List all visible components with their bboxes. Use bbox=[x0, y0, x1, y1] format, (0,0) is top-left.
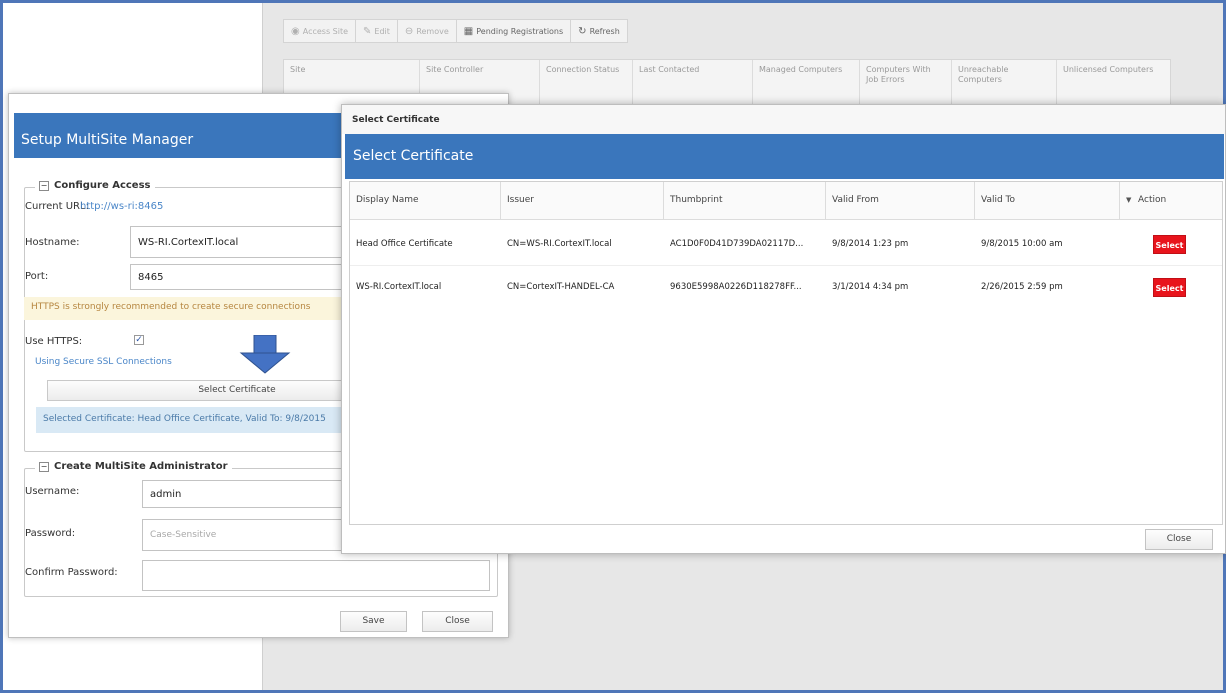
pending-registrations-button[interactable]: ▦ Pending Registrations bbox=[457, 20, 572, 42]
column-computers-with-job-errors[interactable]: Computers With Job Errors bbox=[860, 60, 952, 104]
cert-window-title: Select Certificate bbox=[342, 105, 1225, 134]
select-certificate-row-button[interactable]: Select bbox=[1153, 235, 1186, 254]
edit-icon: ✎ bbox=[363, 25, 372, 37]
column-action[interactable]: Action bbox=[1120, 182, 1222, 220]
down-arrow-icon bbox=[239, 335, 291, 374]
cell-valid-from: 3/1/2014 4:34 pm bbox=[832, 282, 909, 292]
cell-display-name: Head Office Certificate bbox=[356, 239, 453, 249]
column-thumbprint[interactable]: Thumbprint bbox=[664, 182, 826, 220]
column-managed-computers[interactable]: Managed Computers bbox=[753, 60, 860, 104]
current-url-link[interactable]: http://ws-ri:8465 bbox=[80, 201, 163, 212]
cell-valid-from: 9/8/2014 1:23 pm bbox=[832, 239, 909, 249]
configure-access-legend: Configure Access bbox=[54, 180, 151, 191]
grid-icon: ▦ bbox=[463, 25, 474, 37]
cell-valid-to: 2/26/2015 2:59 pm bbox=[981, 282, 1063, 292]
toolbar: ◉ Access Site ✎ Edit ⊖ Remove ▦ Pending Regi… bbox=[283, 19, 628, 43]
cell-thumbprint: AC1D0F0D41D739DA02117D... bbox=[670, 239, 804, 249]
port-label: Port: bbox=[25, 271, 49, 282]
selected-certificate-info: Selected Certificate: Head Office Certif… bbox=[36, 407, 371, 433]
setup-close-button[interactable]: Close bbox=[422, 611, 493, 632]
sort-indicator-icon[interactable]: ▼ bbox=[1126, 196, 1131, 204]
use-https-checkbox[interactable]: ✓ bbox=[134, 335, 144, 345]
cell-issuer: CN=WS-RI.CortexIT.local bbox=[507, 239, 612, 249]
hostname-label: Hostname: bbox=[25, 237, 80, 248]
username-label: Username: bbox=[25, 486, 80, 497]
refresh-button[interactable]: ↻ Refresh bbox=[571, 20, 627, 42]
use-https-label: Use HTTPS: bbox=[25, 336, 83, 347]
https-warning: HTTPS is strongly recommended to create … bbox=[24, 297, 364, 320]
column-valid-from[interactable]: Valid From bbox=[826, 182, 975, 220]
edit-button[interactable]: ✎ Edit bbox=[356, 20, 398, 42]
select-certificate-button[interactable]: Select Certificate bbox=[47, 380, 367, 401]
cert-close-button[interactable]: Close bbox=[1145, 529, 1213, 550]
create-administrator-legend: Create MultiSite Administrator bbox=[54, 461, 228, 472]
refresh-icon: ↻ bbox=[578, 25, 587, 37]
column-unlicensed-computers[interactable]: Unlicensed Computers bbox=[1057, 60, 1170, 104]
column-valid-to[interactable]: Valid To bbox=[975, 182, 1120, 220]
save-button[interactable]: Save bbox=[340, 611, 407, 632]
select-certificate-dialog: Select Certificate Select Certificate Di… bbox=[341, 104, 1226, 554]
password-label: Password: bbox=[25, 528, 76, 539]
cell-issuer: CN=CortexIT-HANDEL-CA bbox=[507, 282, 615, 292]
globe-icon: ◉ bbox=[291, 25, 300, 37]
confirm-password-label: Confirm Password: bbox=[25, 567, 118, 578]
certificate-table: Display Name Issuer Thumbprint Valid Fro… bbox=[349, 181, 1223, 525]
cell-thumbprint: 9630E5998A0226D118278FF... bbox=[670, 282, 802, 292]
column-issuer[interactable]: Issuer bbox=[501, 182, 664, 220]
column-last-contacted[interactable]: Last Contacted bbox=[633, 60, 753, 104]
column-unreachable-computers[interactable]: Unreachable Computers bbox=[952, 60, 1057, 104]
access-site-button[interactable]: ◉ Access Site bbox=[284, 20, 357, 42]
select-certificate-row-button[interactable]: Select bbox=[1153, 278, 1186, 297]
collapse-icon[interactable]: − bbox=[39, 461, 49, 472]
cell-valid-to: 9/8/2015 10:00 am bbox=[981, 239, 1063, 249]
collapse-icon[interactable]: − bbox=[39, 180, 49, 191]
cert-dialog-header: Select Certificate bbox=[345, 134, 1224, 179]
confirm-password-input[interactable] bbox=[142, 560, 490, 591]
ssl-connections-link[interactable]: Using Secure SSL Connections bbox=[35, 357, 172, 367]
column-connection-status[interactable]: Connection Status bbox=[540, 60, 633, 104]
remove-icon: ⊖ bbox=[404, 25, 414, 37]
remove-button[interactable]: ⊖ Remove bbox=[398, 20, 457, 42]
column-display-name[interactable]: Display Name bbox=[350, 182, 501, 220]
cell-display-name: WS-RI.CortexIT.local bbox=[356, 282, 442, 292]
row-divider bbox=[350, 265, 1222, 266]
